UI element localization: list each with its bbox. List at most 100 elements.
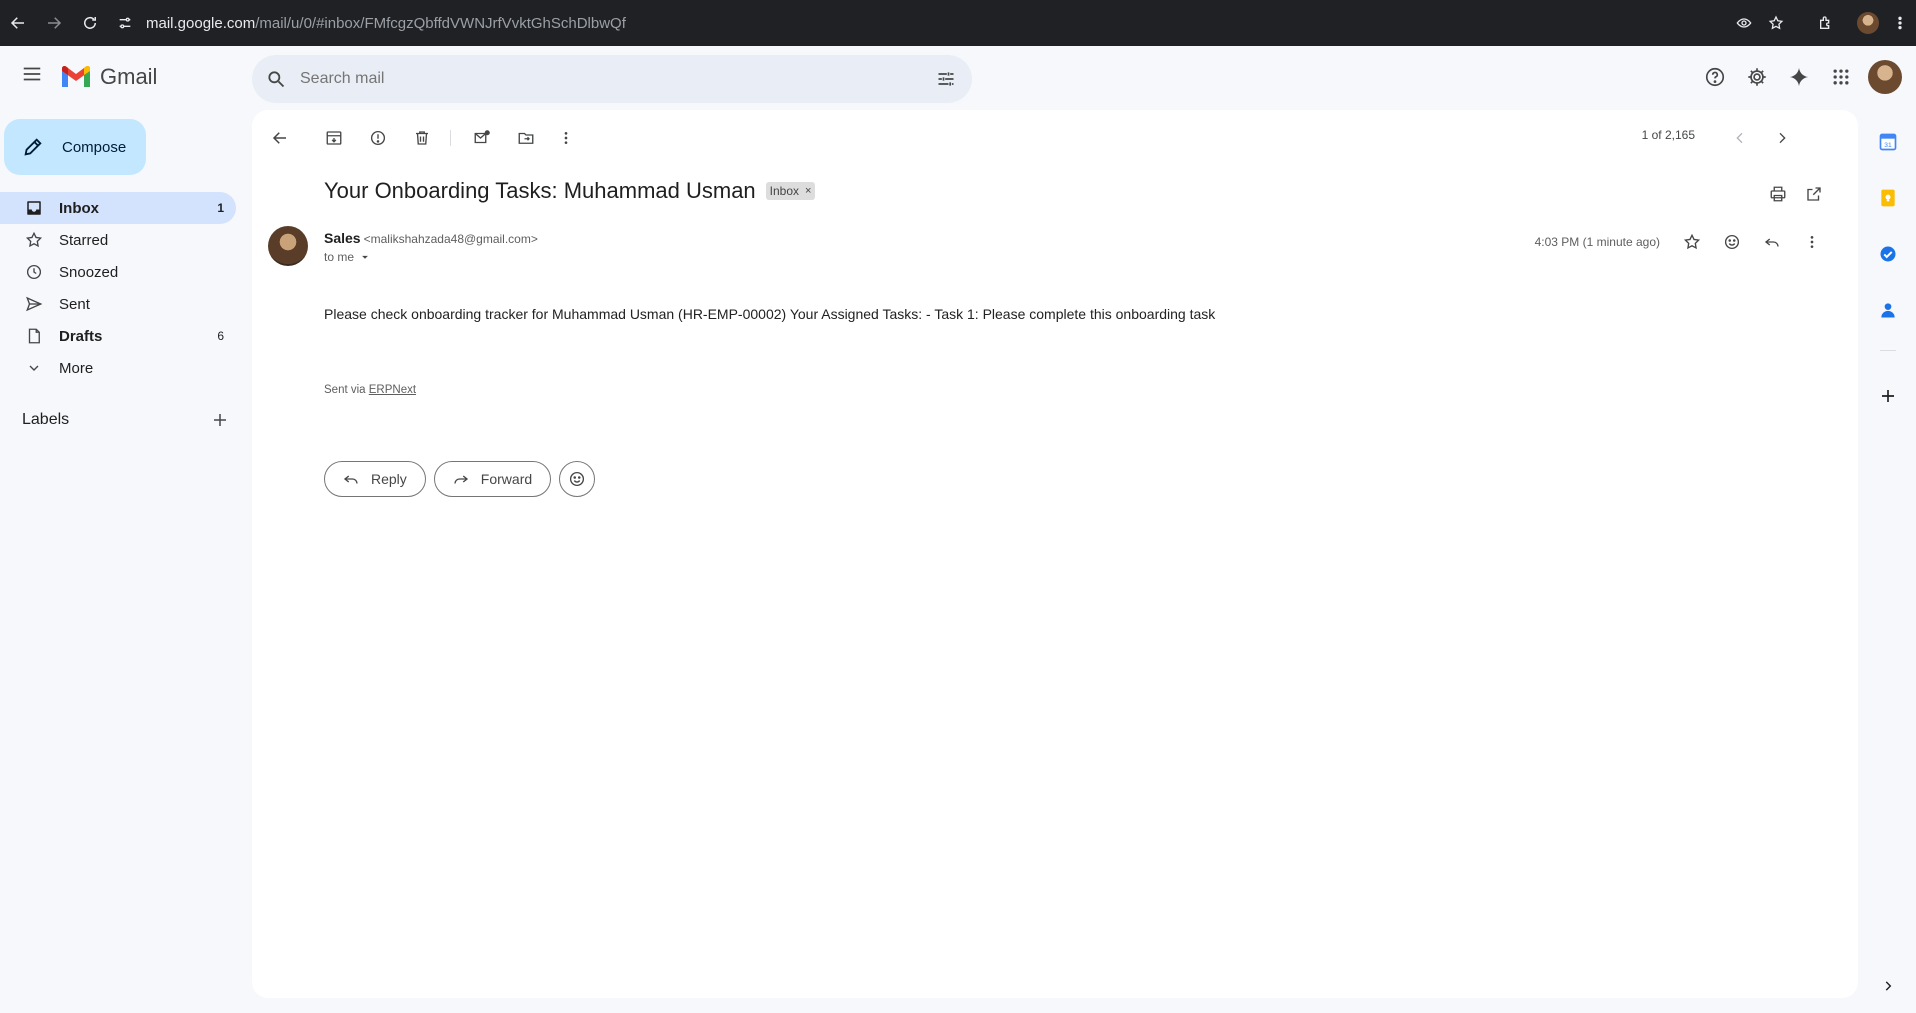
calendar-icon[interactable]: 31 xyxy=(1876,130,1900,154)
show-side-panel-chevron-icon[interactable] xyxy=(1876,974,1900,998)
eye-off-icon[interactable] xyxy=(1728,5,1760,41)
delete-icon[interactable] xyxy=(408,124,436,152)
back-icon[interactable] xyxy=(0,5,36,41)
gmail-header: Gmail xyxy=(0,46,1916,110)
drafts-count: 6 xyxy=(217,329,224,343)
sidebar-item-label: Drafts xyxy=(59,327,103,345)
subject-row: Your Onboarding Tasks: Muhammad Usman In… xyxy=(324,178,816,204)
search-icon[interactable] xyxy=(252,55,300,103)
star-icon[interactable] xyxy=(1672,226,1712,258)
labels-section: Labels xyxy=(22,408,232,432)
gemini-sparkle-icon[interactable] xyxy=(1778,56,1820,98)
message-toolbar: 1 of 2,165 xyxy=(252,110,1858,166)
open-new-window-icon[interactable] xyxy=(1796,180,1832,208)
inbox-label-chip: Inbox × xyxy=(765,182,816,200)
help-icon[interactable] xyxy=(1694,56,1736,98)
mark-unread-icon[interactable] xyxy=(468,124,496,152)
sidebar-item-starred[interactable]: Starred xyxy=(0,224,236,256)
smiley-icon xyxy=(570,471,585,487)
recipient-text: to me xyxy=(324,250,355,264)
erpnext-link[interactable]: ERPNext xyxy=(369,384,416,396)
sent-via-footer: Sent via ERPNext xyxy=(324,384,416,396)
sidebar-item-label: Snoozed xyxy=(59,263,119,281)
side-panel: 31 xyxy=(1860,110,1916,1013)
sidebar-item-label: More xyxy=(59,359,94,377)
apps-grid-icon[interactable] xyxy=(1820,56,1862,98)
site-settings-icon[interactable] xyxy=(110,8,140,38)
send-icon xyxy=(24,294,44,314)
sent-via-prefix: Sent via xyxy=(324,384,369,396)
email-subject: Your Onboarding Tasks: Muhammad Usman xyxy=(324,178,756,203)
sender-avatar[interactable] xyxy=(268,226,308,266)
print-icon[interactable] xyxy=(1760,180,1796,208)
pagination-text: 1 of 2,165 xyxy=(1641,128,1695,142)
sidebar-item-drafts[interactable]: Drafts 6 xyxy=(0,320,236,352)
labels-title: Labels xyxy=(22,411,70,428)
browser-toolbar: mail.google.com/mail/u/0/#inbox/FMfcgzQb… xyxy=(0,0,1916,46)
forward-label: Forward xyxy=(480,471,533,487)
url-host: mail.google.com xyxy=(146,14,256,32)
keep-icon[interactable] xyxy=(1876,186,1900,210)
search-bar[interactable] xyxy=(252,55,972,103)
more-options-icon[interactable] xyxy=(552,124,580,152)
compose-button[interactable]: Compose xyxy=(4,119,146,175)
sidebar-item-label: Sent xyxy=(59,295,90,313)
search-options-icon[interactable] xyxy=(930,63,962,95)
older-chevron-right-icon[interactable] xyxy=(1768,124,1796,152)
account-avatar[interactable] xyxy=(1868,60,1902,94)
sidebar-nav: Inbox 1 Starred Snoozed Sent Drafts 6 Mo… xyxy=(0,192,236,384)
sidebar-item-snoozed[interactable]: Snoozed xyxy=(0,256,236,288)
reply-label: Reply xyxy=(371,471,407,487)
profile-avatar[interactable] xyxy=(1852,5,1884,41)
newer-chevron-left-icon[interactable] xyxy=(1726,124,1754,152)
sender-email: <malikshahzada48@gmail.com> xyxy=(363,232,538,246)
sender-name[interactable]: Sales xyxy=(324,230,361,246)
sidebar-item-inbox[interactable]: Inbox 1 xyxy=(0,192,236,224)
search-input[interactable] xyxy=(300,70,900,88)
caret-down-icon xyxy=(362,255,368,259)
settings-gear-icon[interactable] xyxy=(1736,56,1778,98)
reload-icon[interactable] xyxy=(72,5,108,41)
add-label-icon[interactable] xyxy=(208,408,232,432)
remove-label-icon[interactable]: × xyxy=(805,185,811,197)
sender-line: Sales <malikshahzada48@gmail.com> xyxy=(324,230,538,246)
compose-label: Compose xyxy=(62,138,127,156)
message-more-icon[interactable] xyxy=(1792,226,1832,258)
side-panel-divider xyxy=(1880,350,1896,351)
reply-button[interactable]: Reply xyxy=(324,461,426,497)
browser-menu-icon[interactable] xyxy=(1884,5,1916,41)
reply-arrow-icon xyxy=(341,469,361,489)
contacts-icon[interactable] xyxy=(1876,298,1900,322)
forward-button[interactable]: Forward xyxy=(433,461,552,497)
get-addons-plus-icon[interactable] xyxy=(1876,384,1900,408)
chip-label: Inbox xyxy=(769,184,800,198)
sidebar-item-more[interactable]: More xyxy=(0,352,236,384)
gmail-logo-text: Gmail xyxy=(100,64,158,89)
inbox-icon xyxy=(24,198,44,218)
forward-icon[interactable] xyxy=(36,5,72,41)
move-to-icon[interactable] xyxy=(512,124,540,152)
reply-icon[interactable] xyxy=(1752,226,1792,258)
address-bar[interactable]: mail.google.com/mail/u/0/#inbox/FMfcgzQb… xyxy=(110,6,1750,40)
chevron-down-icon xyxy=(24,358,44,378)
archive-icon[interactable] xyxy=(320,124,348,152)
extensions-icon[interactable] xyxy=(1810,5,1842,41)
url-path: /mail/u/0/#inbox/FMfcgzQbffdVWNJrfVvktGh… xyxy=(255,14,626,32)
recipient-details[interactable]: to me xyxy=(324,250,372,264)
main-menu-icon[interactable] xyxy=(12,54,52,94)
bookmark-star-icon[interactable] xyxy=(1760,5,1792,41)
clock-icon xyxy=(24,262,44,282)
gmail-m-icon xyxy=(62,66,90,87)
back-to-inbox-icon[interactable] xyxy=(266,124,294,152)
forward-arrow-icon xyxy=(451,469,471,489)
gmail-logo[interactable]: Gmail xyxy=(60,64,157,90)
tasks-icon[interactable] xyxy=(1876,242,1900,266)
unread-count: 1 xyxy=(217,201,224,215)
message-actions: Reply Forward xyxy=(324,461,596,497)
email-body: Please check onboarding tracker for Muha… xyxy=(324,306,1216,322)
sidebar-item-sent[interactable]: Sent xyxy=(0,288,236,320)
emoji-react-icon[interactable] xyxy=(1712,226,1752,258)
emoji-reaction-button[interactable] xyxy=(559,461,596,497)
report-spam-icon[interactable] xyxy=(364,124,392,152)
message-time: 4:03 PM (1 minute ago) xyxy=(1534,235,1660,249)
